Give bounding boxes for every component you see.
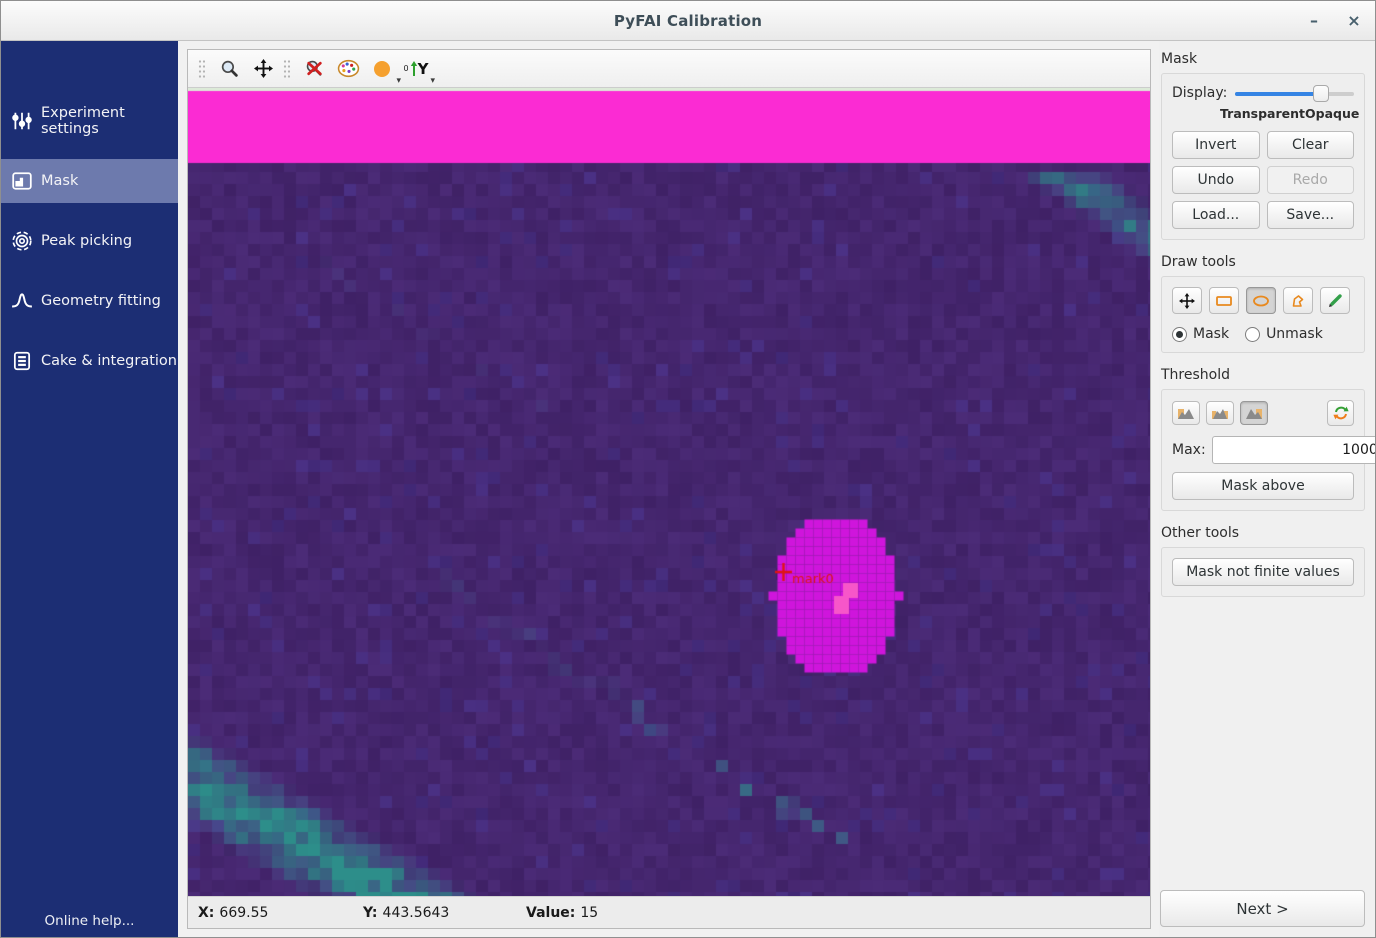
zoom-tool-button[interactable] <box>213 55 245 83</box>
draw-rectangle-tool-button[interactable] <box>1209 287 1239 314</box>
draw-tools-section-title: Draw tools <box>1161 254 1365 270</box>
close-button[interactable]: × <box>1341 8 1367 34</box>
peak-picking-icon <box>11 230 33 252</box>
mask-opacity-slider[interactable] <box>1235 84 1354 102</box>
sidebar-item-label: Mask <box>41 173 78 189</box>
draw-polygon-tool-button[interactable] <box>1283 287 1313 314</box>
refresh-icon <box>1333 405 1349 421</box>
invert-button[interactable]: Invert <box>1172 131 1260 159</box>
window-title: PyFAI Calibration <box>614 12 762 30</box>
sidebar: Experiment settings Mask Peak picking <box>1 41 178 937</box>
reset-zoom-button[interactable] <box>298 55 330 83</box>
max-threshold-input[interactable] <box>1212 436 1376 464</box>
refresh-threshold-button[interactable] <box>1327 400 1354 426</box>
radio-dot-icon <box>1172 327 1187 342</box>
draw-pan-tool-button[interactable] <box>1172 287 1202 314</box>
sidebar-item-label: Geometry fitting <box>41 293 161 309</box>
minimize-button[interactable]: – <box>1301 8 1327 34</box>
sidebar-item-label: Experiment settings <box>41 105 178 137</box>
colormap-palette-icon <box>337 59 360 78</box>
unmask-radio-label: Unmask <box>1266 326 1323 342</box>
load-button[interactable]: Load... <box>1172 201 1260 229</box>
sidebar-item-geometry-fitting[interactable]: Geometry fitting <box>1 279 178 323</box>
chevron-down-icon: ▾ <box>430 76 435 86</box>
toolbar-grip[interactable] <box>198 58 205 80</box>
app-window: PyFAI Calibration – × Experiment setting… <box>0 0 1376 938</box>
sidebar-item-cake-integration[interactable]: Cake & integration <box>1 339 178 383</box>
next-button[interactable]: Next > <box>1160 890 1365 927</box>
mask-not-finite-button[interactable]: Mask not finite values <box>1172 558 1354 586</box>
radio-dot-icon <box>1245 327 1260 342</box>
mask-above-button[interactable]: Mask above <box>1172 472 1354 500</box>
sidebar-item-mask[interactable]: Mask <box>1 159 178 203</box>
main-area: ▾ 0 Y ▾ X:669.55 <box>178 41 1159 937</box>
cake-integration-icon <box>11 350 33 372</box>
rectangle-icon <box>1215 294 1233 308</box>
clear-button[interactable]: Clear <box>1267 131 1355 159</box>
draw-tools-groupbox: Mask Unmask <box>1161 276 1365 353</box>
cursor-x-readout: X:669.55 <box>198 905 363 921</box>
draw-ellipse-tool-button[interactable] <box>1246 287 1276 314</box>
toolbar-grip[interactable] <box>283 58 290 80</box>
status-bar: X:669.55 Y:443.5643 Value:15 <box>188 896 1150 928</box>
sidebar-item-label: Cake & integration <box>41 353 177 369</box>
mask-section-title: Mask <box>1161 51 1365 67</box>
unmask-radio[interactable]: Unmask <box>1245 326 1323 342</box>
cursor-value-readout: Value:15 <box>526 905 598 921</box>
undo-button[interactable]: Undo <box>1172 166 1260 194</box>
sidebar-item-experiment-settings[interactable]: Experiment settings <box>1 99 178 143</box>
zoom-icon <box>220 59 239 78</box>
geometry-fitting-icon <box>11 290 33 312</box>
detector-view <box>188 88 1150 896</box>
mask-groupbox: Display: Transparent Opaque Invert Clear <box>1161 73 1365 240</box>
slider-fill <box>1235 92 1320 96</box>
window-controls: – × <box>1301 1 1367 40</box>
redo-button: Redo <box>1267 166 1355 194</box>
sidebar-item-label: Peak picking <box>41 233 132 249</box>
slider-handle[interactable] <box>1313 85 1329 102</box>
draw-pencil-tool-button[interactable] <box>1320 287 1350 314</box>
polygon-icon <box>1290 293 1306 309</box>
plot-toolbar: ▾ 0 Y ▾ <box>188 50 1150 88</box>
threshold-groupbox: Max: Mask above <box>1161 389 1365 511</box>
mask-below-threshold-button[interactable] <box>1172 401 1200 425</box>
pencil-icon <box>1327 293 1343 309</box>
display-label: Display: <box>1172 85 1227 101</box>
opaque-label: Opaque <box>1305 106 1359 121</box>
transparent-label: Transparent <box>1220 106 1305 121</box>
colormap-button[interactable] <box>332 55 364 83</box>
threshold-section-title: Threshold <box>1161 367 1365 383</box>
detector-image[interactable] <box>188 88 1150 896</box>
pan-tool-button[interactable] <box>247 55 279 83</box>
reset-zoom-icon <box>305 59 324 78</box>
sidebar-item-peak-picking[interactable]: Peak picking <box>1 219 178 263</box>
y-axis-icon: 0 Y <box>404 60 429 78</box>
mask-radio[interactable]: Mask <box>1172 326 1229 342</box>
title-bar: PyFAI Calibration – × <box>1 1 1375 41</box>
histogram-above-icon <box>1245 406 1263 420</box>
mask-icon <box>11 170 33 192</box>
plot-frame: ▾ 0 Y ▾ X:669.55 <box>187 49 1151 929</box>
mask-color-button[interactable]: ▾ <box>366 55 398 83</box>
mask-color-swatch-icon <box>374 61 390 77</box>
online-help-link[interactable]: Online help... <box>1 913 178 929</box>
save-button[interactable]: Save... <box>1267 201 1355 229</box>
ellipse-icon <box>1252 294 1270 308</box>
other-tools-groupbox: Mask not finite values <box>1161 547 1365 597</box>
mask-between-threshold-button[interactable] <box>1206 401 1234 425</box>
mask-radio-label: Mask <box>1193 326 1229 342</box>
histogram-between-icon <box>1211 406 1229 420</box>
mask-tools-panel: Mask Display: Transparent Opaque Invert <box>1159 41 1375 937</box>
y-axis-direction-button[interactable]: 0 Y ▾ <box>400 55 432 83</box>
mask-above-threshold-button[interactable] <box>1240 401 1268 425</box>
histogram-below-icon <box>1177 406 1195 420</box>
max-label: Max: <box>1172 442 1206 458</box>
sliders-icon <box>11 110 33 132</box>
pan-icon <box>1179 293 1195 309</box>
other-tools-section-title: Other tools <box>1161 525 1365 541</box>
pan-icon <box>254 59 273 78</box>
cursor-y-readout: Y:443.5643 <box>363 905 526 921</box>
